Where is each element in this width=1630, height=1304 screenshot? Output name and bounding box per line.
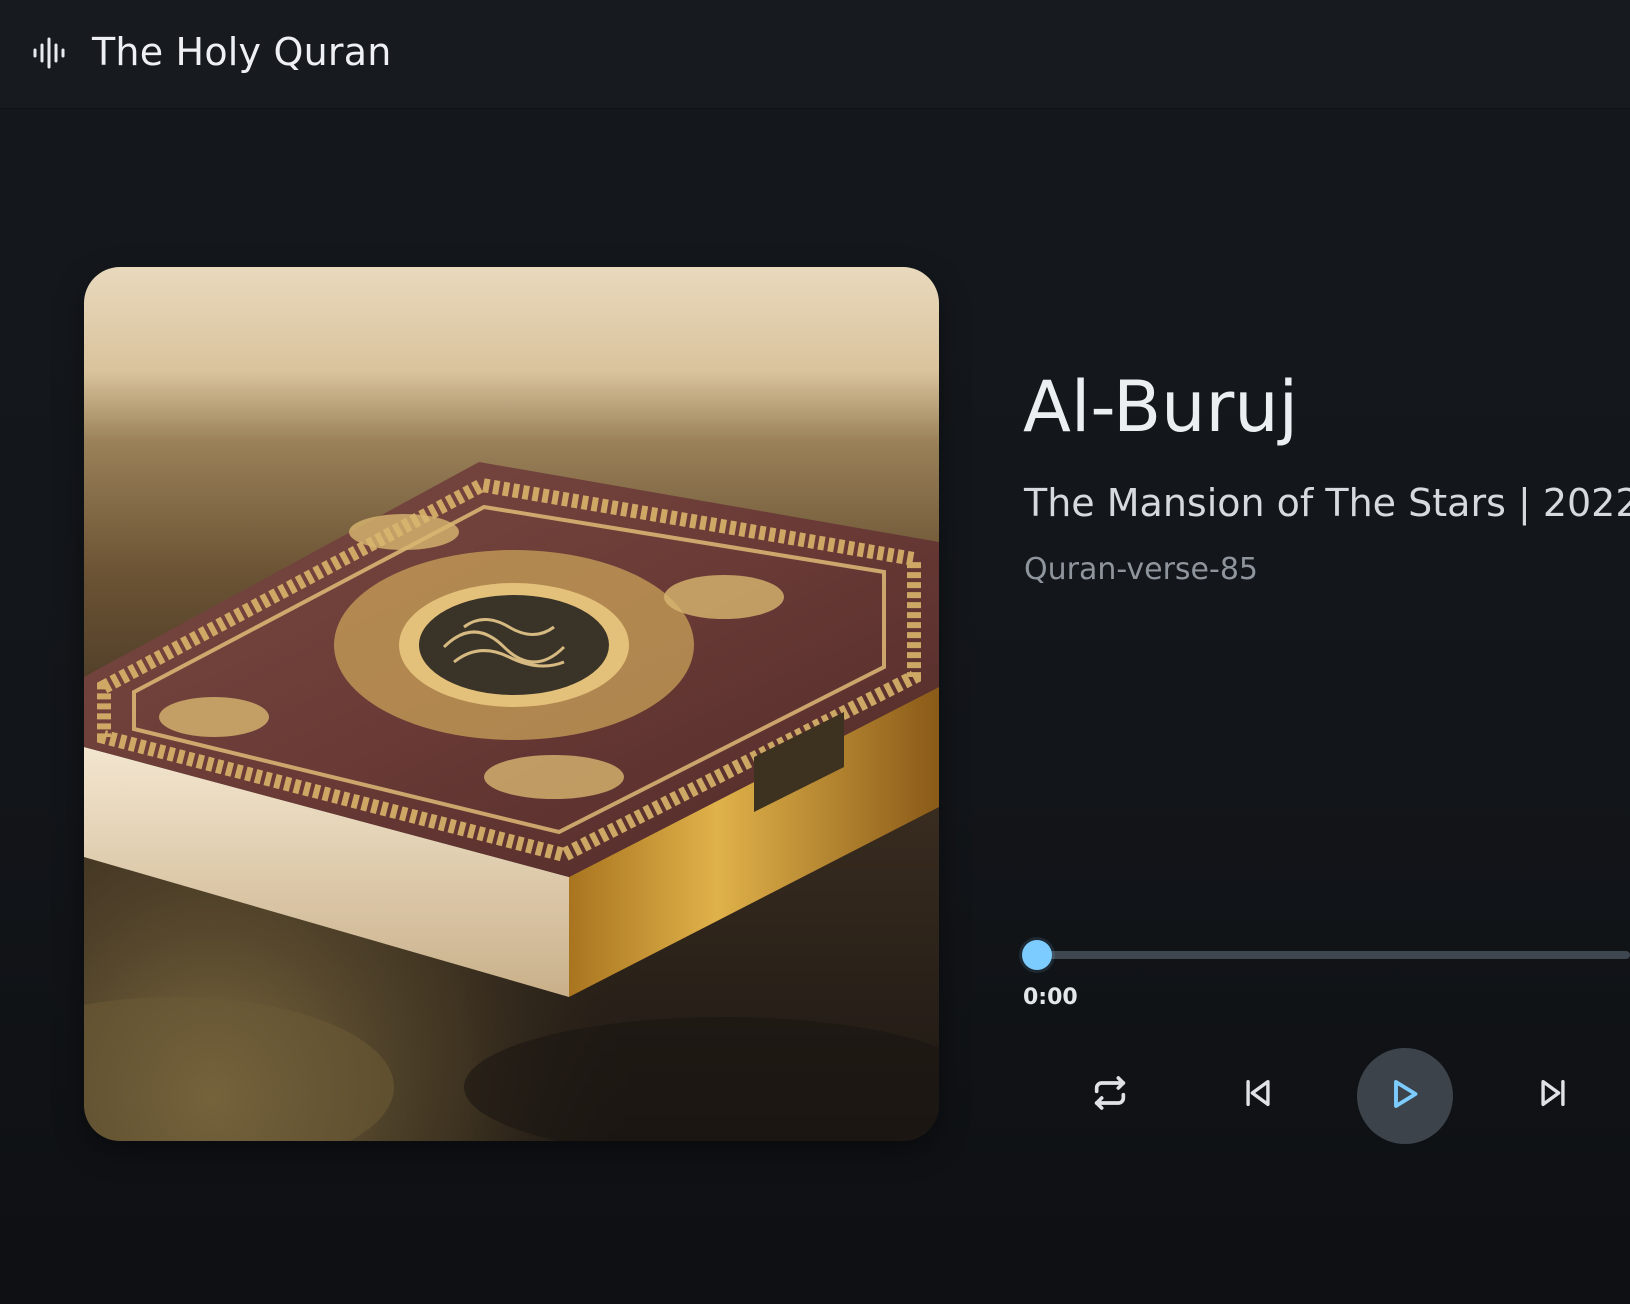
previous-button[interactable] <box>1235 1072 1281 1118</box>
track-subtitle: The Mansion of The Stars | 2022 <box>1024 481 1630 525</box>
app-title: The Holy Quran <box>92 30 392 74</box>
play-button[interactable] <box>1357 1048 1453 1144</box>
audio-wave-icon <box>32 36 66 70</box>
album-artwork <box>84 267 939 1141</box>
current-time: 0:00 <box>1023 985 1078 1010</box>
next-button[interactable] <box>1530 1072 1576 1118</box>
progress-slider-track[interactable] <box>1036 951 1630 959</box>
progress-slider-thumb[interactable] <box>1022 940 1052 970</box>
top-app-bar: The Holy Quran <box>0 0 1630 108</box>
skip-next-icon <box>1536 1076 1570 1114</box>
skip-previous-icon <box>1241 1076 1275 1114</box>
repeat-icon <box>1090 1073 1130 1117</box>
repeat-button[interactable] <box>1085 1070 1135 1120</box>
track-identifier: Quran-verse-85 <box>1024 552 1259 587</box>
track-title: Al-Buruj <box>1023 366 1299 448</box>
music-player-app: The Holy Quran Al-Buruj The Mansion of T… <box>0 0 1630 1304</box>
quran-book-image <box>84 267 939 1141</box>
play-icon <box>1387 1076 1423 1116</box>
